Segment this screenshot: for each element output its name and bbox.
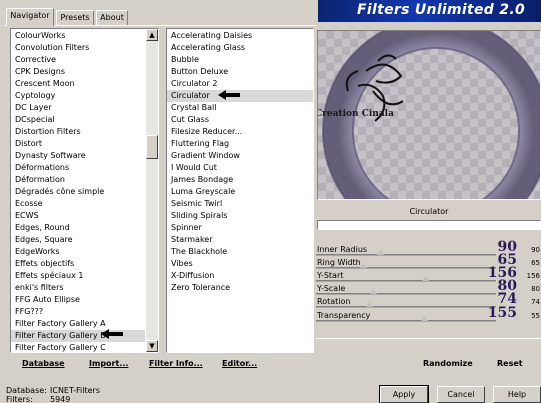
filters-value: 5949 [50, 395, 71, 403]
separator [316, 338, 541, 339]
slider-track[interactable] [316, 306, 496, 308]
category-list-item[interactable]: FFG Auto Ellipse [11, 294, 145, 306]
filter-list-item[interactable]: Zero Tolerance [167, 282, 313, 294]
category-list-item[interactable]: EdgeWorks [11, 246, 145, 258]
slider-value: 155 [487, 305, 517, 321]
filter-list-item[interactable]: Button Deluxe [167, 66, 313, 78]
category-list-item[interactable]: Distortion Filters [11, 126, 145, 138]
filter-list-item[interactable]: The Blackhole [167, 246, 313, 258]
filter-list-item[interactable]: James Bondage [167, 174, 313, 186]
slider-knob[interactable] [422, 276, 429, 281]
slider-value-field[interactable]: 65 [531, 258, 540, 269]
tab-about[interactable]: About [96, 10, 128, 25]
filter-list-item[interactable]: Cut Glass [167, 114, 313, 126]
filters-unlimited-banner: Filters Unlimited 2.0 [318, 0, 541, 22]
slider-transparency[interactable]: Transparency 155 55 [316, 305, 541, 322]
filter-info-button[interactable]: Filter Info... [149, 359, 203, 368]
category-list-item[interactable]: Effets objectifs [11, 258, 145, 270]
filter-list-item[interactable]: X-Diffusion [167, 270, 313, 282]
filter-list-item[interactable]: Gradient Window [167, 150, 313, 162]
slider-track[interactable] [316, 320, 496, 322]
slider-knob[interactable] [366, 302, 373, 307]
slider-value-field[interactable]: 74 [531, 297, 540, 308]
filter-list-item[interactable]: Bubble [167, 54, 313, 66]
slider-knob[interactable] [360, 263, 367, 268]
category-list-item[interactable]: Cyptology [11, 90, 145, 102]
scroll-thumb[interactable] [146, 135, 158, 159]
category-list-item[interactable]: DC Layer [11, 102, 145, 114]
filter-list-item[interactable]: Spinner [167, 222, 313, 234]
slider-track[interactable] [316, 254, 496, 256]
category-list-item[interactable]: Ecosse [11, 198, 145, 210]
category-list-item[interactable]: DCspecial [11, 114, 145, 126]
category-list-item[interactable]: Filter Factory Gallery C [11, 342, 145, 354]
category-list-item[interactable]: Distort [11, 138, 145, 150]
filter-list-item[interactable]: Crystal Ball [167, 102, 313, 114]
filter-list-item[interactable]: Accelerating Glass [167, 42, 313, 54]
category-list-item[interactable]: Edges, Round [11, 222, 145, 234]
category-list-item[interactable]: Edges, Square [11, 234, 145, 246]
reset-button[interactable]: Reset [497, 359, 523, 368]
arrow-pointer-icon [218, 90, 240, 100]
category-list-item[interactable]: FFG??? [11, 306, 145, 318]
slider-knob[interactable] [370, 289, 377, 294]
randomize-button[interactable]: Randomize [423, 359, 473, 368]
filter-list[interactable]: Accelerating Daisies Accelerating Glass Bu… [166, 28, 314, 353]
banner-title: Filters Unlimited 2.0 [357, 2, 525, 18]
category-list[interactable]: ColourWorks Convolution Filters Corrective… [10, 28, 159, 353]
slider-track[interactable] [316, 280, 496, 282]
preview-image: ©Creation Cinala [317, 30, 541, 200]
slider-track[interactable] [316, 293, 496, 295]
slider-track[interactable] [316, 267, 496, 269]
slider-value-field[interactable]: 156 [527, 271, 540, 282]
filter-list-item[interactable]: Accelerating Daisies [167, 30, 313, 42]
category-scrollbar[interactable]: ▲ ▼ [146, 29, 158, 352]
slider-knob[interactable] [377, 250, 384, 255]
slider-value-field[interactable]: 90 [531, 245, 540, 256]
category-list-item[interactable]: Filter Factory Gallery A [11, 318, 145, 330]
import-button[interactable]: Import... [89, 359, 128, 368]
tab-navigator[interactable]: Navigator [6, 8, 54, 26]
slider-value-field[interactable]: 80 [531, 284, 540, 295]
database-button[interactable]: Database [22, 359, 65, 368]
filters-label: Filters: [6, 395, 33, 403]
category-list-item[interactable]: Effets spéciaux 1 [11, 270, 145, 282]
scroll-up-button[interactable]: ▲ [146, 29, 158, 41]
progress-bar [317, 220, 541, 230]
category-list-item[interactable]: Filter Factory Gallery B [11, 330, 145, 342]
scroll-down-button[interactable]: ▼ [146, 340, 158, 352]
filter-list-item[interactable]: Starmaker [167, 234, 313, 246]
apply-button[interactable]: Apply [379, 385, 429, 403]
category-list-item[interactable]: Déformations [11, 162, 145, 174]
watermark-text: ©Creation Cinala [318, 109, 394, 119]
filter-list-item[interactable]: Fluttering Flag [167, 138, 313, 150]
filter-list-item[interactable]: Circulator 2 [167, 78, 313, 90]
cancel-button[interactable]: Cancel [437, 386, 485, 403]
category-list-item[interactable]: Déformation [11, 174, 145, 186]
category-list-item[interactable]: ColourWorks [11, 30, 145, 42]
help-button[interactable]: Help [493, 386, 541, 403]
editor-button[interactable]: Editor... [222, 359, 257, 368]
category-list-item[interactable]: Dégradés cône simple [11, 186, 145, 198]
filter-list-item[interactable]: I Would Cut [167, 162, 313, 174]
category-list-item[interactable]: Corrective [11, 54, 145, 66]
slider-knob[interactable] [421, 316, 428, 321]
category-list-item[interactable]: Dynasty Software [11, 150, 145, 162]
slider-value-field[interactable]: 55 [531, 311, 540, 322]
category-list-item[interactable]: CPK Designs [11, 66, 145, 78]
filter-list-item[interactable]: Luma Greyscale [167, 186, 313, 198]
filter-list-item[interactable]: Filesize Reducer... [167, 126, 313, 138]
category-list-item[interactable]: enki's filters [11, 282, 145, 294]
category-list-item[interactable]: Convolution Filters [11, 42, 145, 54]
category-list-item[interactable]: Crescent Moon [11, 78, 145, 90]
filter-list-item[interactable]: Sliding Spirals [167, 210, 313, 222]
arrow-pointer-icon [101, 329, 123, 339]
filter-list-item[interactable]: Seismic Twirl [167, 198, 313, 210]
tab-presets[interactable]: Presets [56, 10, 94, 25]
filter-list-item[interactable]: Vibes [167, 258, 313, 270]
current-filter-name: Circulator [409, 207, 449, 216]
filter-list-item[interactable]: Circulator [167, 90, 313, 102]
category-list-item[interactable]: ECWS [11, 210, 145, 222]
